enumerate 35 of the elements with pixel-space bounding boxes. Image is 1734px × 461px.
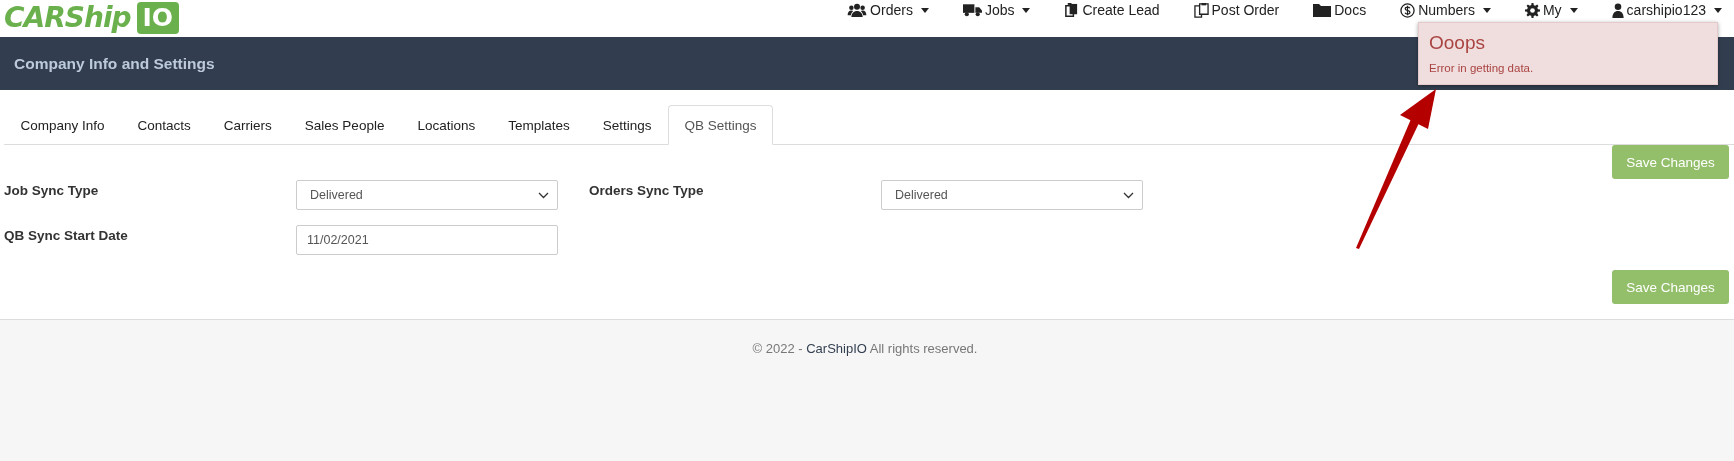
nav-link[interactable]: Numbers (1400, 2, 1491, 18)
tab[interactable]: Locations (400, 105, 492, 145)
folder-icon (1313, 3, 1332, 17)
chevron-icon (538, 191, 549, 199)
nav-link[interactable]: Create Lead (1064, 2, 1160, 18)
field-label: Orders Sync Type (589, 182, 705, 200)
toast-message: Error in getting data. (1429, 62, 1534, 74)
page-title: Company Info and Settings (14, 54, 215, 73)
chevron-icon (1123, 191, 1134, 199)
nav-link[interactable]: Post Order (1193, 2, 1280, 18)
nav-link[interactable]: Orders (847, 2, 929, 18)
tab[interactable]: Sales People (288, 105, 401, 145)
nav-link[interactable]: Docs (1313, 2, 1367, 18)
truck-icon (962, 3, 982, 17)
company-link[interactable]: CarShipIO (806, 341, 867, 356)
select-field[interactable]: Delivered (296, 180, 558, 210)
tab[interactable]: QB Settings (668, 105, 774, 145)
tab[interactable]: Company Info (4, 105, 122, 145)
tab[interactable]: Templates (491, 105, 587, 145)
person-icon (1611, 2, 1624, 18)
toast-title: Ooops (1429, 32, 1485, 54)
date-field[interactable]: 11/02/2021 (296, 225, 558, 255)
field-label: QB Sync Start Date (4, 227, 129, 245)
dollar-icon (1400, 2, 1416, 18)
select-field[interactable]: Delivered (881, 180, 1143, 210)
copy-icon (1064, 2, 1080, 18)
nav-link[interactable]: My (1524, 2, 1578, 18)
tab[interactable]: Carriers (207, 105, 289, 145)
field-label: Job Sync Type (4, 182, 100, 200)
tab[interactable]: Settings (586, 105, 668, 145)
users-icon (847, 2, 868, 18)
nav-link[interactable]: carshipio123 (1611, 2, 1722, 18)
nav-link[interactable]: Jobs (962, 2, 1031, 18)
copyright-text: © 2022 - CarShipIO All rights reserved. (752, 341, 978, 358)
tab[interactable]: Contacts (121, 105, 208, 145)
